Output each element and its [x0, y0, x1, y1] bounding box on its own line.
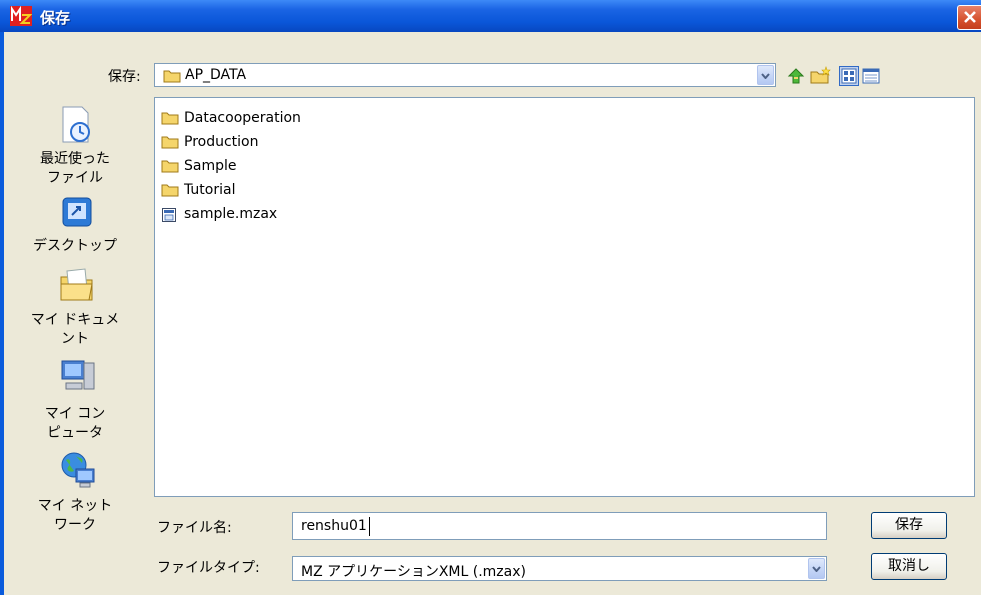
my-documents-icon [60, 268, 93, 301]
chevron-down-icon[interactable] [757, 65, 774, 85]
places-label-my-documents-text: マイ ドキュメ ント [30, 312, 120, 347]
text-caret [369, 517, 370, 536]
places-bar: 最近使った ファイル デスクトップ マイ ドキュメ ント マイ コン ピュータ … [4, 97, 148, 595]
document-icon [162, 208, 176, 222]
places-label-recent: 最近使った ファイル [4, 150, 146, 188]
file-list[interactable]: Datacooperation Production Sample Tutori… [154, 97, 975, 497]
filetype-label: ファイルタイプ: [157, 560, 260, 576]
cancel-button[interactable]: 取消し [871, 553, 947, 580]
file-name: Datacooperation [184, 110, 301, 126]
places-label-my-network: マイ ネット ワーク [4, 497, 146, 535]
new-folder-icon[interactable] [810, 66, 831, 86]
save-in-dropdown[interactable]: AP_DATA [154, 63, 776, 87]
up-folder-icon[interactable] [786, 66, 806, 86]
save-in-label: 保存: [108, 69, 141, 85]
close-icon [964, 11, 976, 23]
window-title: 保存 [40, 9, 71, 27]
folder-icon [161, 184, 179, 197]
places-label-my-computer: マイ コン ピュータ [4, 405, 146, 443]
my-network-icon [61, 452, 95, 488]
save-dialog-window: 保存 保存: AP_DATA 最近使った ファイル デスクトップ マイ ドキュメ… [0, 0, 981, 595]
filename-input[interactable]: renshu01 [292, 512, 827, 540]
folder-icon [161, 112, 179, 125]
chevron-down-icon[interactable] [808, 558, 825, 579]
folder-icon [161, 160, 179, 173]
places-label-recent-text: 最近使った ファイル [40, 151, 110, 186]
save-in-value: AP_DATA [185, 67, 247, 83]
title-bar[interactable]: 保存 [0, 0, 981, 32]
places-label-my-network-text: マイ ネット ワーク [37, 498, 113, 533]
recent-documents-icon [62, 106, 90, 143]
desktop-icon [62, 197, 92, 227]
app-logo-icon [10, 6, 32, 26]
view-details-icon[interactable] [861, 66, 881, 86]
file-name: Production [184, 134, 259, 150]
file-name: sample.mzax [184, 206, 278, 222]
file-name: Tutorial [184, 182, 236, 198]
places-label-desktop: デスクトップ [33, 238, 117, 254]
filetype-value: MZ アプリケーションXML (.mzax) [301, 564, 526, 580]
my-computer-icon [61, 360, 95, 390]
file-name: Sample [184, 158, 237, 174]
view-list-icon[interactable] [839, 66, 859, 86]
save-button[interactable]: 保存 [871, 512, 947, 539]
filename-label: ファイル名: [157, 520, 232, 536]
close-button[interactable] [957, 5, 981, 30]
filename-value: renshu01 [301, 518, 367, 534]
places-label-my-computer-text: マイ コン ピュータ [44, 406, 106, 441]
folder-icon [161, 136, 179, 149]
filetype-dropdown[interactable]: MZ アプリケーションXML (.mzax) [292, 556, 827, 581]
places-label-my-documents: マイ ドキュメ ント [4, 311, 146, 349]
folder-icon [163, 70, 181, 83]
